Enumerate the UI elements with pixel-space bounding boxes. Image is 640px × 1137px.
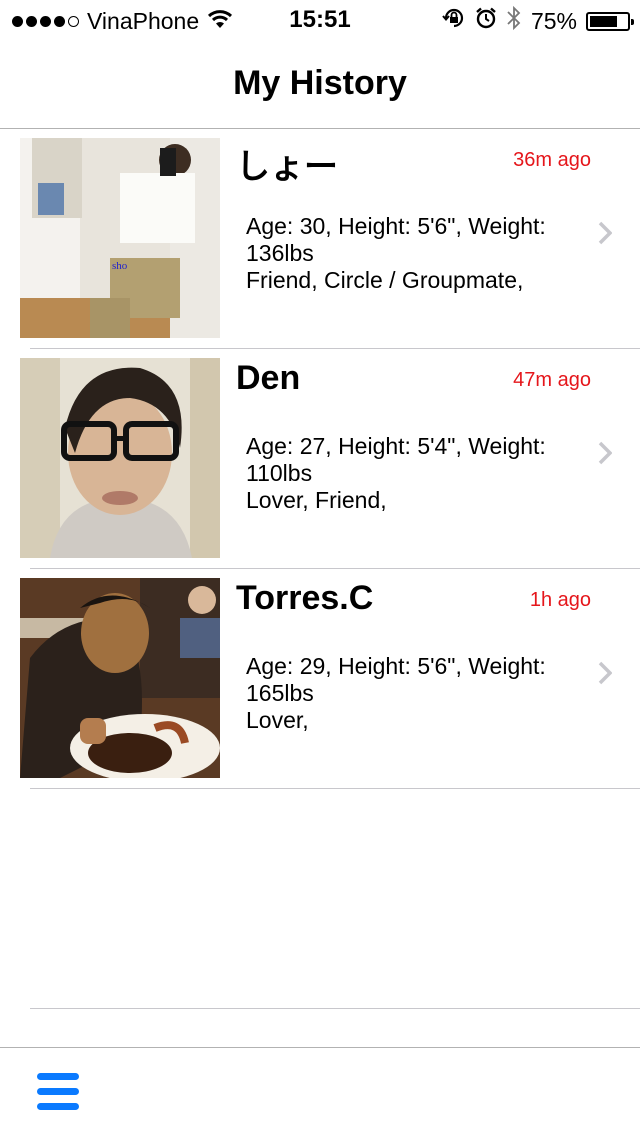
contact-details: Age: 27, Height: 5'4", Weight: 110lbs Lo… xyxy=(246,433,576,514)
status-bar: VinaPhone 15:51 75% xyxy=(0,0,640,40)
contact-details: Age: 30, Height: 5'6", Weight: 136lbs Fr… xyxy=(246,213,576,294)
contact-relation: Lover, Friend, xyxy=(246,487,387,513)
contact-details: Age: 29, Height: 5'6", Weight: 165lbs Lo… xyxy=(246,653,576,734)
bluetooth-icon xyxy=(506,5,522,37)
profile-photo: sho xyxy=(20,138,220,338)
contact-relation: Friend, Circle / Groupmate, xyxy=(246,267,524,293)
profile-photo xyxy=(20,358,220,558)
alarm-icon xyxy=(475,7,497,35)
empty-list-row xyxy=(30,789,640,1009)
history-row[interactable]: Torres.C 1h ago Age: 29, Height: 5'6", W… xyxy=(20,569,640,789)
last-seen-time: 36m ago xyxy=(513,149,591,171)
contact-stats: Age: 27, Height: 5'4", Weight: 110lbs xyxy=(246,433,546,486)
navigation-bar: My History xyxy=(0,40,640,129)
rotation-lock-icon xyxy=(442,6,466,36)
contact-name: しょー xyxy=(236,148,338,186)
battery-icon xyxy=(586,11,634,31)
page-title: My History xyxy=(233,64,407,102)
status-right: 75% xyxy=(442,5,634,37)
contact-name: Den xyxy=(236,359,301,397)
contact-name: Torres.C xyxy=(236,579,374,617)
chevron-right-icon xyxy=(598,661,613,690)
contact-relation: Lover, xyxy=(246,707,309,733)
photo-caption: sho xyxy=(112,260,128,272)
history-list: sho しょー 36m ago Age: 30, Height: 5'6", W… xyxy=(0,129,640,1009)
contact-stats: Age: 29, Height: 5'6", Weight: 165lbs xyxy=(246,653,546,706)
last-seen-time: 1h ago xyxy=(529,589,591,611)
last-seen-time: 47m ago xyxy=(513,369,591,391)
bottom-toolbar xyxy=(0,1047,640,1137)
history-row[interactable]: sho しょー 36m ago Age: 30, Height: 5'6", W… xyxy=(20,129,640,349)
chevron-right-icon xyxy=(598,441,613,470)
contact-stats: Age: 30, Height: 5'6", Weight: 136lbs xyxy=(246,213,546,266)
menu-icon[interactable] xyxy=(37,1073,79,1111)
history-row[interactable]: Den 47m ago Age: 27, Height: 5'4", Weigh… xyxy=(20,349,640,569)
chevron-right-icon xyxy=(598,221,613,250)
battery-percentage: 75% xyxy=(530,7,577,34)
profile-photo xyxy=(20,578,220,778)
